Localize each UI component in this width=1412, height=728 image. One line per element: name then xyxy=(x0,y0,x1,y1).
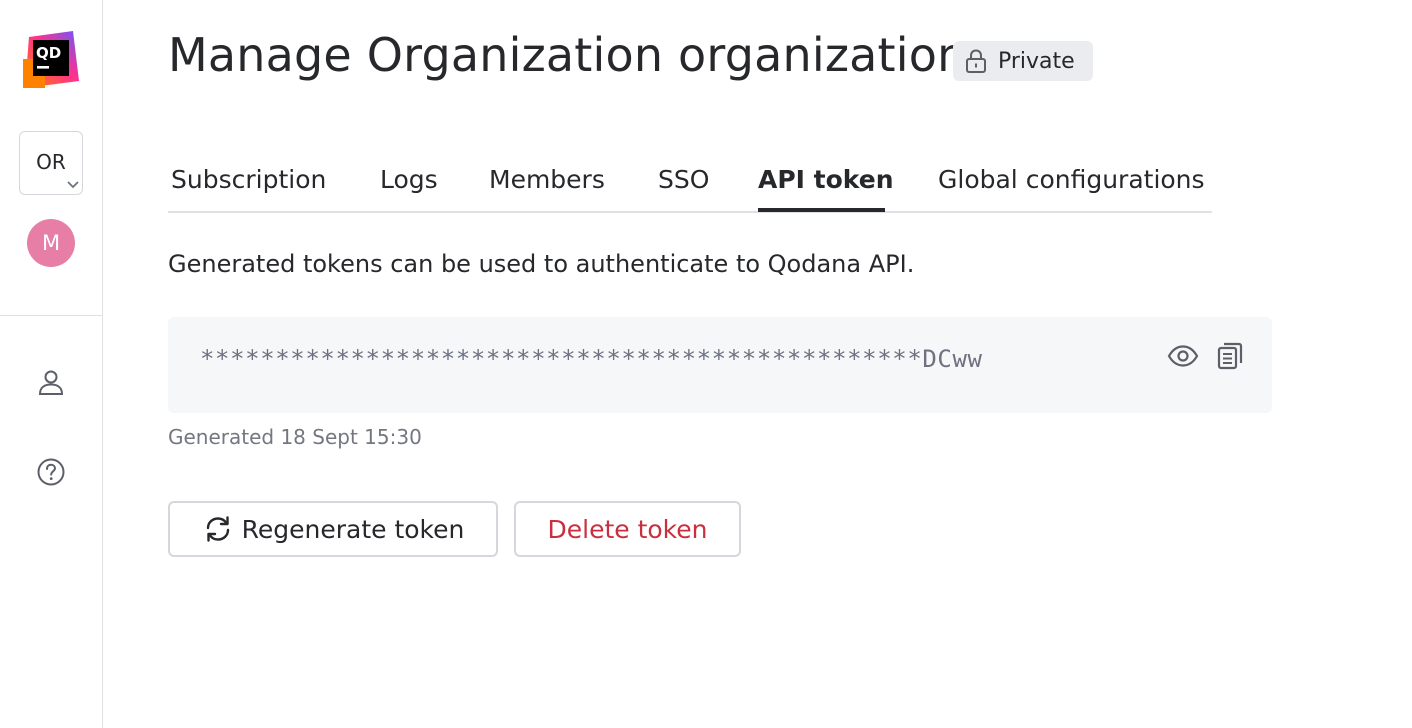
tab-logs[interactable]: Logs xyxy=(380,165,438,194)
sidebar-divider xyxy=(0,315,103,316)
sidebar: QD OR M xyxy=(0,0,103,728)
tab-global-configurations[interactable]: Global configurations xyxy=(938,165,1205,194)
avatar[interactable]: M xyxy=(27,219,75,267)
token-description: Generated tokens can be used to authenti… xyxy=(168,250,915,278)
chevron-down-icon xyxy=(67,181,79,189)
token-generated-timestamp: Generated 18 Sept 15:30 xyxy=(168,425,422,449)
tab-members[interactable]: Members xyxy=(489,165,605,194)
qodana-logo[interactable]: QD xyxy=(23,31,79,88)
org-switcher[interactable]: OR xyxy=(19,131,83,195)
privacy-badge-label: Private xyxy=(998,48,1075,74)
privacy-badge: Private xyxy=(953,41,1093,81)
qodana-logo-icon: QD xyxy=(23,31,79,88)
user-icon xyxy=(38,370,64,395)
tab-sso[interactable]: SSO xyxy=(658,165,709,194)
token-value: ****************************************… xyxy=(200,345,983,373)
page-title: Manage Organization organization xyxy=(168,28,967,82)
show-token-button[interactable] xyxy=(1166,339,1200,373)
eye-icon xyxy=(1167,345,1199,367)
org-switcher-label: OR xyxy=(36,150,66,174)
token-field: ****************************************… xyxy=(168,317,1272,413)
refresh-icon xyxy=(206,516,229,542)
active-tab-indicator xyxy=(758,208,885,212)
tab-bar: Subscription Logs Members SSO API token … xyxy=(168,160,1212,213)
avatar-initial: M xyxy=(41,231,61,255)
tab-subscription[interactable]: Subscription xyxy=(171,165,326,194)
lock-icon xyxy=(966,49,986,73)
sidebar-item-profile[interactable] xyxy=(37,368,65,396)
delete-token-label: Delete token xyxy=(547,514,708,544)
regenerate-token-label: Regenerate token xyxy=(241,514,465,544)
copy-token-button[interactable] xyxy=(1213,339,1247,373)
regenerate-token-button[interactable]: Regenerate token xyxy=(168,501,498,557)
logo-text: QD xyxy=(36,44,61,62)
delete-token-button[interactable]: Delete token xyxy=(514,501,741,557)
help-icon xyxy=(37,458,65,486)
tab-api-token[interactable]: API token xyxy=(758,165,894,194)
copy-icon xyxy=(1217,342,1243,370)
sidebar-item-help[interactable] xyxy=(37,458,65,486)
